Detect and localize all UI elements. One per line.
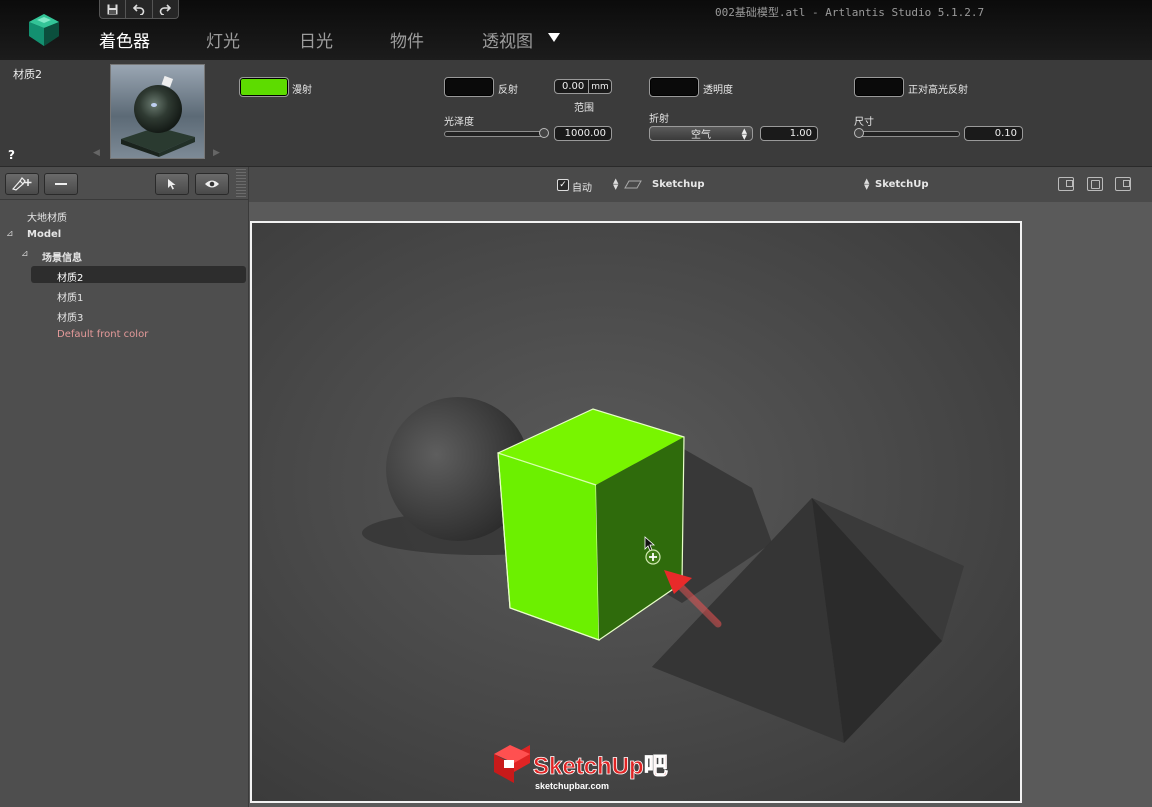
model-select[interactable]: SketchUp <box>875 179 928 190</box>
diffuse-label: 漫射 <box>292 85 312 96</box>
tab-objects[interactable]: 物件 <box>390 27 424 52</box>
glossiness-slider[interactable] <box>444 131 548 137</box>
viewport-layout-icon[interactable] <box>1058 177 1074 191</box>
tab-lights[interactable]: 灯光 <box>206 27 240 52</box>
window-title: 002基础模型.atl - Artlantis Studio 5.1.2.7 <box>715 6 985 19</box>
size-slider[interactable] <box>856 131 960 137</box>
scene-render: SketchUp吧 sketchupbar.com <box>252 223 1020 801</box>
undo-button[interactable] <box>126 0 153 18</box>
tab-shaders[interactable]: 着色器 <box>99 27 150 52</box>
tab-heliodon[interactable]: 日光 <box>299 27 333 52</box>
tree-item-model[interactable]: Model <box>27 229 61 240</box>
visibility-toggle-button[interactable] <box>195 173 229 195</box>
tree-item-scene-info[interactable]: 场景信息 <box>42 249 82 264</box>
size-slider-knob[interactable] <box>854 128 864 138</box>
select-arrows-icon: ▲ ▼ <box>741 126 747 141</box>
redo-button[interactable] <box>153 0 178 18</box>
panel-resize-grip[interactable] <box>236 169 246 199</box>
viewport-expand-icon[interactable] <box>1115 177 1131 191</box>
tree-item-material[interactable]: 材质2 <box>57 269 83 284</box>
transparency-color-swatch[interactable] <box>649 77 699 97</box>
svg-text:SketchUp吧: SketchUp吧 <box>533 753 668 780</box>
refraction-medium-select[interactable]: 空气 ▲ ▼ <box>649 126 753 141</box>
tab-dropdown-icon[interactable] <box>548 33 560 42</box>
layer-select[interactable]: Sketchup <box>652 179 704 190</box>
material-preview[interactable] <box>110 64 205 159</box>
range-value: 0.00 <box>562 81 585 92</box>
specular-label: 正对高光反射 <box>908 85 968 96</box>
size-field[interactable]: 0.10 <box>964 126 1023 141</box>
auto-checkbox[interactable]: ✓ <box>557 179 569 191</box>
viewport-center-icon[interactable] <box>1087 177 1103 191</box>
material-list-panel <box>0 167 249 807</box>
tree-expand-icon[interactable]: ⊿ <box>21 249 29 259</box>
artlantis-logo[interactable] <box>24 12 64 48</box>
transparency-label: 透明度 <box>703 85 733 96</box>
auto-label: 自动 <box>572 183 592 194</box>
svg-text:sketchupbar.com: sketchupbar.com <box>535 781 609 791</box>
add-shader-button[interactable] <box>5 173 39 195</box>
model-select-arrows-icon[interactable]: ▲ ▼ <box>864 178 869 191</box>
range-field[interactable]: 0.00 mm <box>554 79 612 94</box>
quick-access-toolbar <box>99 0 179 19</box>
range-label: 范围 <box>574 103 594 114</box>
eye-icon <box>205 180 219 188</box>
render-viewport[interactable]: SketchUp吧 sketchupbar.com <box>250 221 1022 803</box>
preview-prev-icon[interactable]: ◀ <box>93 148 100 158</box>
refraction-medium-value: 空气 <box>691 130 711 141</box>
undo-icon <box>132 3 145 15</box>
save-button[interactable] <box>100 0 127 18</box>
help-button[interactable]: ? <box>8 148 15 162</box>
glossiness-label: 光泽度 <box>444 117 474 128</box>
panel-divider <box>0 199 248 200</box>
layer-plane-icon <box>624 180 642 189</box>
glossiness-slider-knob[interactable] <box>539 128 549 138</box>
material-preview-image <box>121 75 195 157</box>
reflection-color-swatch[interactable] <box>444 77 494 97</box>
refraction-field[interactable]: 1.00 <box>760 126 818 141</box>
diffuse-color-swatch[interactable] <box>239 77 289 97</box>
add-shader-icon <box>11 177 32 191</box>
reflection-label: 反射 <box>498 85 518 96</box>
tree-item-material[interactable]: 材质1 <box>57 289 83 304</box>
preview-next-icon[interactable]: ▶ <box>213 148 220 158</box>
layer-select-arrows-icon[interactable]: ▲ ▼ <box>613 178 618 191</box>
tree-item-default-color[interactable]: Default front color <box>57 329 148 340</box>
remove-shader-button[interactable] <box>44 173 78 195</box>
tree-item-ground[interactable]: 大地材质 <box>27 209 67 224</box>
refraction-label: 折射 <box>649 114 669 125</box>
cursor-arrow-icon <box>168 179 176 190</box>
material-name: 材质2 <box>13 68 42 81</box>
range-unit[interactable]: mm <box>588 79 611 94</box>
save-icon <box>107 4 118 14</box>
tab-perspectives[interactable]: 透视图 <box>482 27 533 52</box>
tree-expand-icon[interactable]: ⊿ <box>6 229 14 239</box>
glossiness-field[interactable]: 1000.00 <box>554 126 612 141</box>
select-tool-button[interactable] <box>155 173 189 195</box>
minus-icon <box>55 183 67 185</box>
redo-icon <box>160 3 172 15</box>
tree-item-material[interactable]: 材质3 <box>57 309 83 324</box>
specular-color-swatch[interactable] <box>854 77 904 97</box>
size-label: 尺寸 <box>854 117 874 128</box>
